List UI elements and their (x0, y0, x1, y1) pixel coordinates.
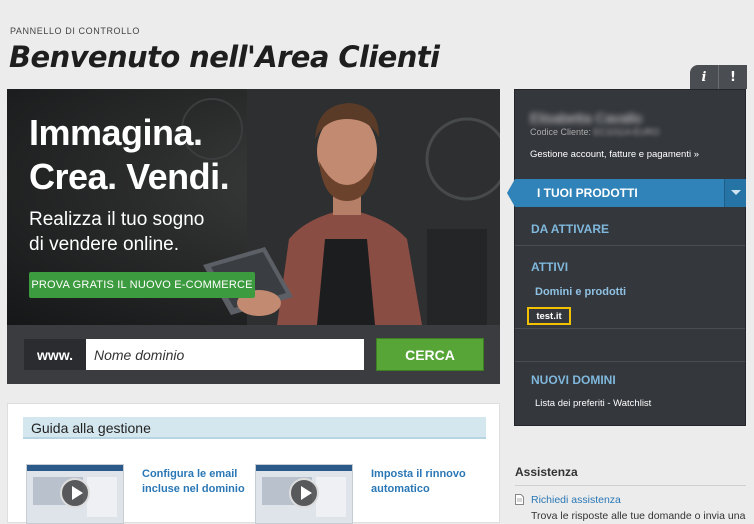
headline-word-3: Vendi (126, 156, 220, 197)
headline-word-2: Crea (29, 156, 108, 197)
assistance-description: Trova le risposte alle tue domande o inv… (531, 510, 746, 522)
domain-item-test-it[interactable]: test.it (527, 307, 571, 325)
help-tabs: i ! (690, 65, 747, 89)
video-link-line[interactable]: automatico (371, 482, 466, 497)
promo-subtitle: Realizza il tuo sogno di vendere online. (29, 207, 204, 257)
divider (515, 245, 745, 246)
account-name: Elisabetta Cavallo (530, 110, 643, 126)
tab-pointer-icon (507, 179, 515, 207)
domain-search-bar: www. CERCA (7, 325, 500, 384)
promo-subtitle-line-2: di vendere online. (29, 234, 179, 255)
assistance-title: Assistenza (515, 465, 578, 479)
video-link-email[interactable]: Configura le email incluse nel dominio (142, 467, 245, 497)
divider (515, 485, 746, 486)
alert-tab-button[interactable]: ! (719, 65, 747, 89)
to-activate-section[interactable]: DA ATTIVARE (531, 222, 609, 236)
headline-dot: . (107, 156, 117, 197)
customer-code-label: Codice Cliente: (530, 127, 592, 137)
account-management-link[interactable]: Gestione account, fatture e pagamenti » (530, 149, 699, 160)
guide-title: Guida alla gestione (31, 420, 151, 436)
www-prefix-label: www. (24, 339, 86, 370)
customer-code-value: EC10114-EURO (593, 127, 660, 137)
account-panel: Elisabetta Cavallo Codice Cliente: EC101… (507, 89, 746, 426)
document-icon (515, 494, 524, 505)
active-section[interactable]: ATTIVI (531, 260, 568, 274)
promo-banner: Immagina. Crea. Vendi. Realizza il tuo s… (7, 89, 500, 384)
guide-header: Guida alla gestione (23, 417, 486, 439)
video-link-line[interactable]: Configura le email (142, 467, 245, 482)
info-tab-button[interactable]: i (690, 65, 719, 89)
divider (515, 361, 745, 362)
management-guide-panel: Guida alla gestione Configura le email i… (7, 403, 500, 524)
try-ecommerce-button[interactable]: PROVA GRATIS IL NUOVO E-COMMERCE (29, 272, 255, 298)
video-link-renewal[interactable]: Imposta il rinnovo automatico (371, 467, 466, 497)
play-icon[interactable] (60, 478, 90, 508)
video-thumbnail[interactable] (255, 464, 353, 524)
headline-dot: . (219, 156, 230, 197)
divider (515, 328, 745, 329)
watchlist-link[interactable]: Lista dei preferiti - Watchlist (535, 398, 651, 409)
breadcrumb: PANNELLO DI CONTROLLO (10, 26, 140, 36)
domain-search-button[interactable]: CERCA (376, 338, 484, 371)
headline-word-1: Immagina (29, 112, 194, 153)
my-products-label: I TUOI PRODOTTI (537, 186, 638, 200)
new-domains-section[interactable]: NUOVI DOMINI (531, 373, 616, 387)
video-link-line[interactable]: Imposta il rinnovo (371, 467, 466, 482)
domains-products-link[interactable]: Domini e prodotti (535, 286, 626, 298)
domain-name-input[interactable] (86, 339, 364, 370)
promo-subtitle-line-1: Realizza il tuo sogno (29, 209, 205, 230)
my-products-tab[interactable]: I TUOI PRODOTTI (507, 179, 746, 207)
headline-dot: . (193, 112, 203, 153)
page-title: Benvenuto nell'Area Clienti (9, 40, 440, 74)
customer-code: Codice Cliente: EC10114-EURO (530, 127, 659, 137)
request-assistance-link[interactable]: Richiedi assistenza (531, 494, 621, 506)
promo-headline: Immagina. Crea. Vendi. (29, 111, 230, 199)
chevron-down-icon[interactable] (724, 179, 746, 207)
play-icon[interactable] (289, 478, 319, 508)
video-thumbnail[interactable] (26, 464, 124, 524)
video-link-line[interactable]: incluse nel dominio (142, 482, 245, 497)
